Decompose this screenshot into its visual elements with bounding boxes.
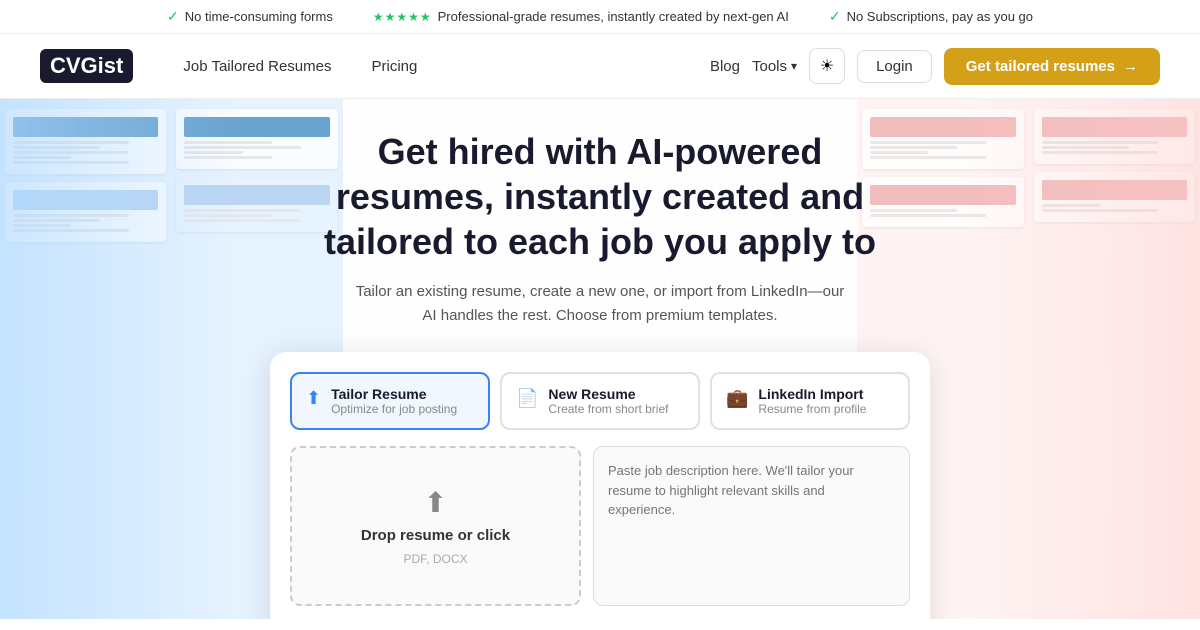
get-tailored-resumes-button[interactable]: Get tailored resumes → [944, 48, 1160, 85]
nav-job-tailored[interactable]: Job Tailored Resumes [163, 58, 351, 75]
drop-zone[interactable]: ⬆ Drop resume or click PDF, DOCX [290, 446, 581, 606]
hero-content: Get hired with AI-powered resumes, insta… [0, 99, 1200, 619]
tab-linkedin-import[interactable]: 💼 LinkedIn Import Resume from profile [710, 372, 910, 430]
tab-linkedin-sub: Resume from profile [758, 402, 866, 416]
nav-tools[interactable]: Tools ▾ [752, 58, 797, 75]
banner-item-2: ★★★★★ Professional-grade resumes, instan… [373, 9, 789, 24]
theme-toggle-button[interactable]: ☀ [809, 48, 845, 84]
tab-tailor-title: Tailor Resume [331, 386, 457, 402]
top-banner: ✓ No time-consuming forms ★★★★★ Professi… [0, 0, 1200, 34]
hero-subtitle: Tailor an existing resume, create a new … [350, 280, 850, 328]
sun-icon: ☀ [820, 56, 834, 76]
nav-pricing[interactable]: Pricing [352, 58, 438, 75]
tab-tailor-resume[interactable]: ⬆ Tailor Resume Optimize for job posting [290, 372, 490, 430]
header: CVGist Job Tailored Resumes Pricing Blog… [0, 34, 1200, 99]
logo[interactable]: CVGist [40, 49, 133, 83]
header-right: Blog Tools ▾ ☀ Login Get tailored resume… [710, 48, 1160, 85]
cta-label: Get tailored resumes [966, 58, 1115, 75]
job-description-input[interactable] [593, 446, 910, 606]
drop-subtitle: PDF, DOCX [403, 552, 467, 566]
check-icon-2: ✓ [829, 8, 841, 25]
linkedin-icon: 💼 [726, 388, 748, 409]
banner-text-3: No Subscriptions, pay as you go [847, 9, 1033, 24]
hero-title: Get hired with AI-powered resumes, insta… [310, 129, 890, 264]
tab-linkedin-title: LinkedIn Import [758, 386, 866, 402]
tab-tailor-sub: Optimize for job posting [331, 402, 457, 416]
banner-text-2: Professional-grade resumes, instantly cr… [438, 9, 789, 24]
tab-new-resume[interactable]: 📄 New Resume Create from short brief [500, 372, 700, 430]
tools-chevron-icon: ▾ [791, 59, 797, 73]
upload-icon: ⬆ [306, 388, 321, 409]
action-tabs: ⬆ Tailor Resume Optimize for job posting… [290, 372, 910, 430]
drop-title: Drop resume or click [361, 527, 510, 544]
login-button[interactable]: Login [857, 50, 932, 83]
banner-text-1: No time-consuming forms [185, 9, 333, 24]
stars-icon: ★★★★★ [373, 10, 432, 24]
tab-new-title: New Resume [548, 386, 668, 402]
action-body: ⬆ Drop resume or click PDF, DOCX [290, 446, 910, 606]
banner-item-1: ✓ No time-consuming forms [167, 8, 333, 25]
nav-blog[interactable]: Blog [710, 58, 740, 75]
cta-arrow-icon: → [1123, 58, 1138, 75]
banner-item-3: ✓ No Subscriptions, pay as you go [829, 8, 1033, 25]
nav: Job Tailored Resumes Pricing [163, 58, 437, 75]
drop-upload-icon: ⬆ [424, 486, 447, 519]
document-icon: 📄 [516, 388, 538, 409]
check-icon-1: ✓ [167, 8, 179, 25]
action-card: ⬆ Tailor Resume Optimize for job posting… [270, 352, 930, 619]
tab-new-sub: Create from short brief [548, 402, 668, 416]
hero: Get hired with AI-powered resumes, insta… [0, 99, 1200, 619]
